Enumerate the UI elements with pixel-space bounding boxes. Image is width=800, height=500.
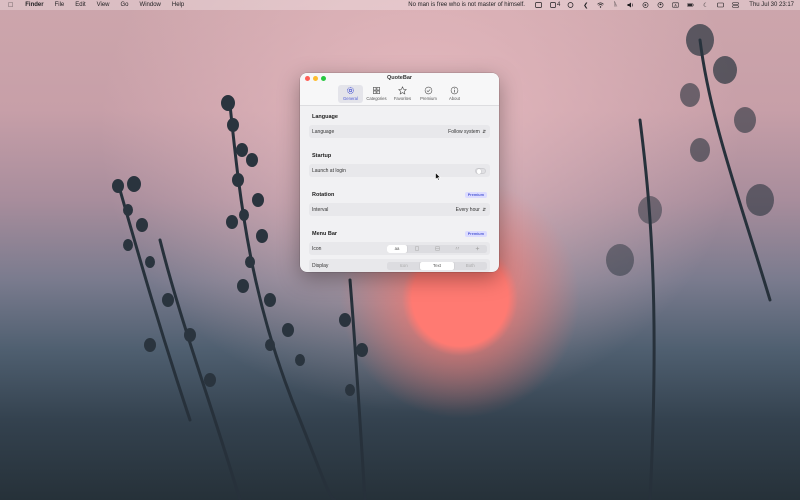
rotation-premium-badge: Premium [464, 192, 487, 198]
menubar-clock[interactable]: Thu Jul 30 23:17 [749, 2, 794, 8]
display-label: Display [312, 262, 329, 269]
icon-row: Icon aa [309, 242, 490, 255]
control-center-icon[interactable] [732, 2, 740, 8]
wifi-icon[interactable] [597, 2, 605, 8]
menu-view[interactable]: View [97, 2, 110, 8]
shortcut-icon[interactable]: ❮ [582, 2, 589, 9]
svg-text:A: A [675, 3, 678, 7]
volume-icon[interactable] [627, 2, 634, 8]
tab-categories[interactable]: Categories [364, 85, 389, 103]
menubar-premium-badge: Premium [464, 231, 487, 237]
settings-tabs: General Categories Favorites Premium Abo… [338, 85, 468, 103]
sparkle-icon [474, 246, 480, 251]
tab-general-label: General [343, 96, 358, 101]
gear-icon [347, 87, 354, 94]
play-icon[interactable] [642, 2, 649, 8]
icon-option-layers[interactable] [427, 245, 447, 253]
grid-icon [373, 87, 380, 94]
display-option-both[interactable]: Both [454, 262, 487, 270]
tab-favorites[interactable]: Favorites [390, 85, 415, 103]
toggle-knob [476, 169, 481, 174]
menubar-quote[interactable]: No man is free who is not master of hims… [408, 2, 525, 8]
menu-file[interactable]: File [55, 2, 65, 8]
icon-option-aa[interactable]: aa [387, 244, 407, 253]
icon-option-quote[interactable] [447, 245, 467, 253]
updown-chevron-icon: ⇵ [482, 128, 486, 134]
notification-count: 4 [556, 2, 561, 8]
bluetooth-icon[interactable]: ᚣ [612, 2, 619, 8]
menu-help[interactable]: Help [172, 2, 184, 8]
quote-icon [455, 246, 459, 250]
text-input-icon[interactable]: A [672, 2, 680, 8]
menu-app-name[interactable]: Finder [25, 2, 43, 8]
user-icon[interactable] [657, 2, 664, 8]
display-row: Display Icon Text Both [309, 259, 490, 272]
tab-general[interactable]: General [338, 85, 363, 103]
tab-about-label: About [449, 96, 460, 101]
apple-icon[interactable]:  [8, 2, 13, 9]
language-row: Language Follow system ⇵ [309, 125, 490, 138]
tab-categories-label: Categories [366, 96, 387, 101]
window-title: QuoteBar [386, 75, 413, 81]
box-icon[interactable] [535, 2, 542, 8]
section-rotation-title: Rotation [312, 192, 335, 198]
menu-edit[interactable]: Edit [75, 2, 85, 8]
menu-bar:  Finder File Edit View Go Window Help N… [0, 0, 800, 10]
section-menubar-title: Menu Bar [312, 231, 338, 237]
menu-bar-right: No man is free who is not master of hims… [408, 0, 794, 10]
display-option-icon[interactable]: Icon [387, 262, 420, 270]
section-startup-title: Startup [312, 153, 332, 159]
language-select[interactable]: Follow system ⇵ [448, 129, 486, 135]
moon-icon[interactable]: ☾ [702, 2, 709, 9]
tab-premium[interactable]: Premium [416, 85, 441, 103]
layers-icon [434, 246, 440, 251]
icon-option-sparkle[interactable] [467, 245, 487, 253]
check-circle-icon [424, 86, 433, 95]
interval-select[interactable]: Every hour ⇵ [456, 207, 486, 213]
icon-option-doc[interactable] [407, 245, 427, 253]
menu-go[interactable]: Go [121, 2, 129, 8]
section-language-title: Language [312, 114, 338, 120]
window-toolbar: QuoteBar General Categories Favorites Pr… [300, 73, 499, 106]
interval-label: Interval [312, 206, 329, 213]
settings-content: Language Language Follow system ⇵ Startu… [300, 106, 499, 272]
keyboard-icon[interactable] [717, 2, 725, 8]
launch-at-login-toggle[interactable] [475, 167, 486, 174]
notification-icon[interactable]: 4 [550, 2, 560, 8]
tab-premium-label: Premium [420, 96, 437, 101]
mouse-cursor-icon [435, 172, 441, 181]
icon-segmented-control: aa [387, 244, 487, 253]
doc-icon [415, 246, 419, 251]
launch-at-login-label: Launch at login [312, 167, 346, 174]
menu-window[interactable]: Window [140, 2, 161, 8]
info-icon [450, 86, 459, 95]
interval-value: Every hour [455, 206, 480, 213]
updown-chevron-icon: ⇵ [482, 206, 486, 212]
cloud-icon[interactable] [567, 2, 574, 8]
battery-icon[interactable] [687, 2, 695, 8]
display-option-text[interactable]: Text [420, 261, 454, 270]
tab-favorites-label: Favorites [393, 96, 412, 101]
startup-row: Launch at login [309, 164, 490, 177]
tab-about[interactable]: About [442, 85, 467, 103]
icon-label: Icon [312, 245, 322, 252]
language-value: Follow system [448, 128, 480, 135]
menu-bar-left:  Finder File Edit View Go Window Help [0, 2, 195, 9]
settings-window: QuoteBar General Categories Favorites Pr… [300, 73, 499, 272]
display-segmented-control: Icon Text Both [387, 261, 487, 270]
language-label: Language [312, 128, 335, 135]
interval-row: Interval Every hour ⇵ [309, 203, 490, 216]
star-icon [398, 86, 407, 95]
